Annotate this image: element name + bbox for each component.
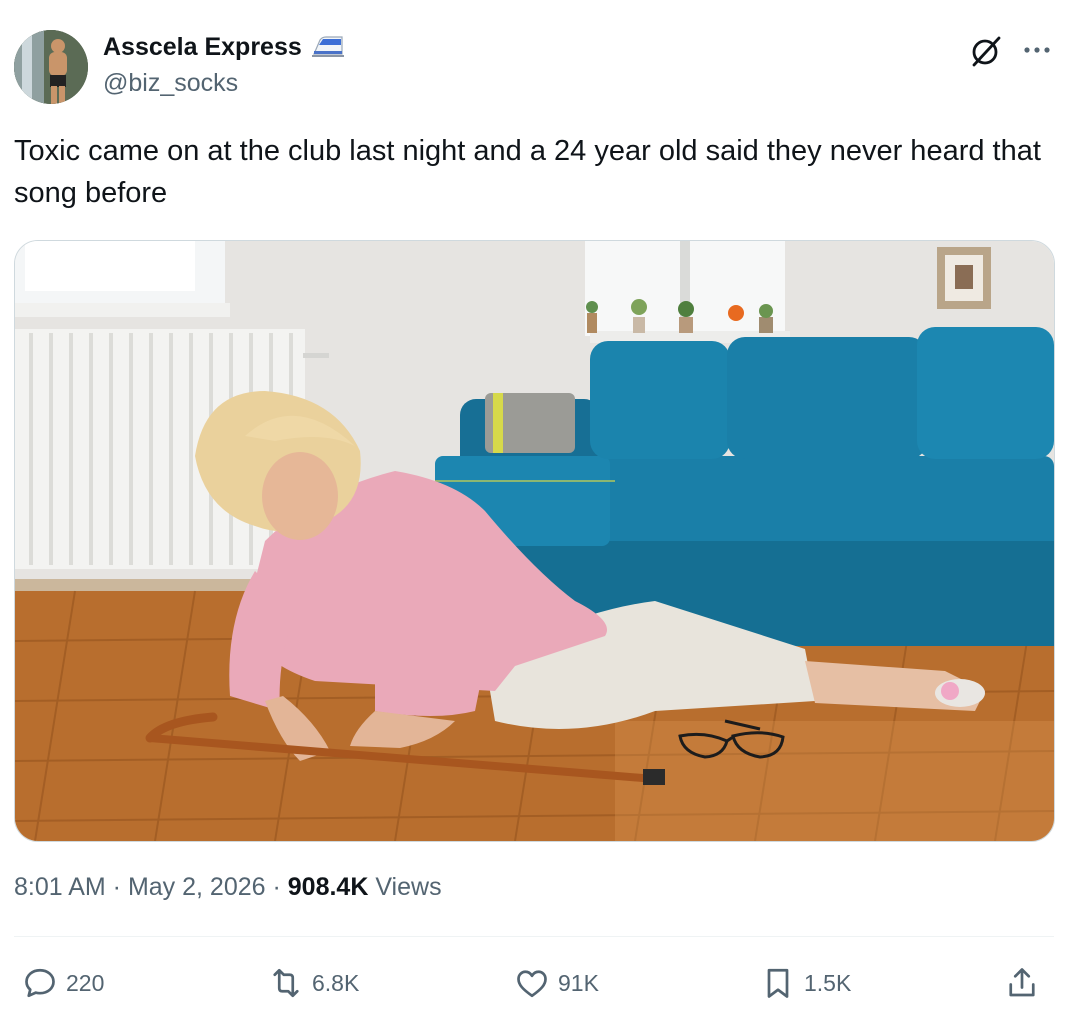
share-icon xyxy=(1009,968,1035,997)
divider xyxy=(14,936,1054,937)
more-icon[interactable] xyxy=(1017,34,1057,68)
action-bar: 220 6.8K 91K 1.5K xyxy=(14,960,1054,1006)
bookmark-count: 1.5K xyxy=(804,969,852,996)
bookmark-button[interactable]: 1.5K xyxy=(760,960,851,1006)
bullet-train-emoji-icon xyxy=(310,34,346,60)
tweet-text: Toxic came on at the club last night and… xyxy=(14,135,1041,209)
tweet-photo[interactable] xyxy=(14,240,1055,842)
tweet-date[interactable]: May 2, 2026 xyxy=(128,873,266,901)
reply-button[interactable]: 220 xyxy=(22,960,104,1006)
repost-button[interactable]: 6.8K xyxy=(268,960,359,1006)
like-button[interactable]: 91K xyxy=(514,960,599,1006)
meta-separator: · xyxy=(105,873,128,901)
grok-icon[interactable] xyxy=(969,34,1003,68)
display-name[interactable]: Asscela Express xyxy=(103,32,302,62)
like-count: 91K xyxy=(558,969,599,996)
tweet-meta: 8:01 AM · May 2, 2026 · 908.4K Views xyxy=(14,870,442,904)
tweet-header: Asscela Express @biz_socks xyxy=(14,30,1058,106)
handle[interactable]: @biz_socks xyxy=(103,67,346,99)
reply-count: 220 xyxy=(66,969,105,996)
heart-icon xyxy=(517,970,547,998)
bookmark-icon xyxy=(767,968,789,998)
meta-separator: · xyxy=(265,873,288,901)
repost-icon xyxy=(273,968,299,998)
author-names: Asscela Express @biz_socks xyxy=(103,32,346,99)
tweet-time[interactable]: 8:01 AM xyxy=(14,873,106,901)
reply-icon xyxy=(25,968,55,998)
views-label: Views xyxy=(368,873,442,901)
share-button[interactable] xyxy=(1004,960,1040,1006)
repost-count: 6.8K xyxy=(312,969,360,996)
avatar[interactable] xyxy=(14,30,88,104)
views-count[interactable]: 908.4K xyxy=(288,873,369,901)
